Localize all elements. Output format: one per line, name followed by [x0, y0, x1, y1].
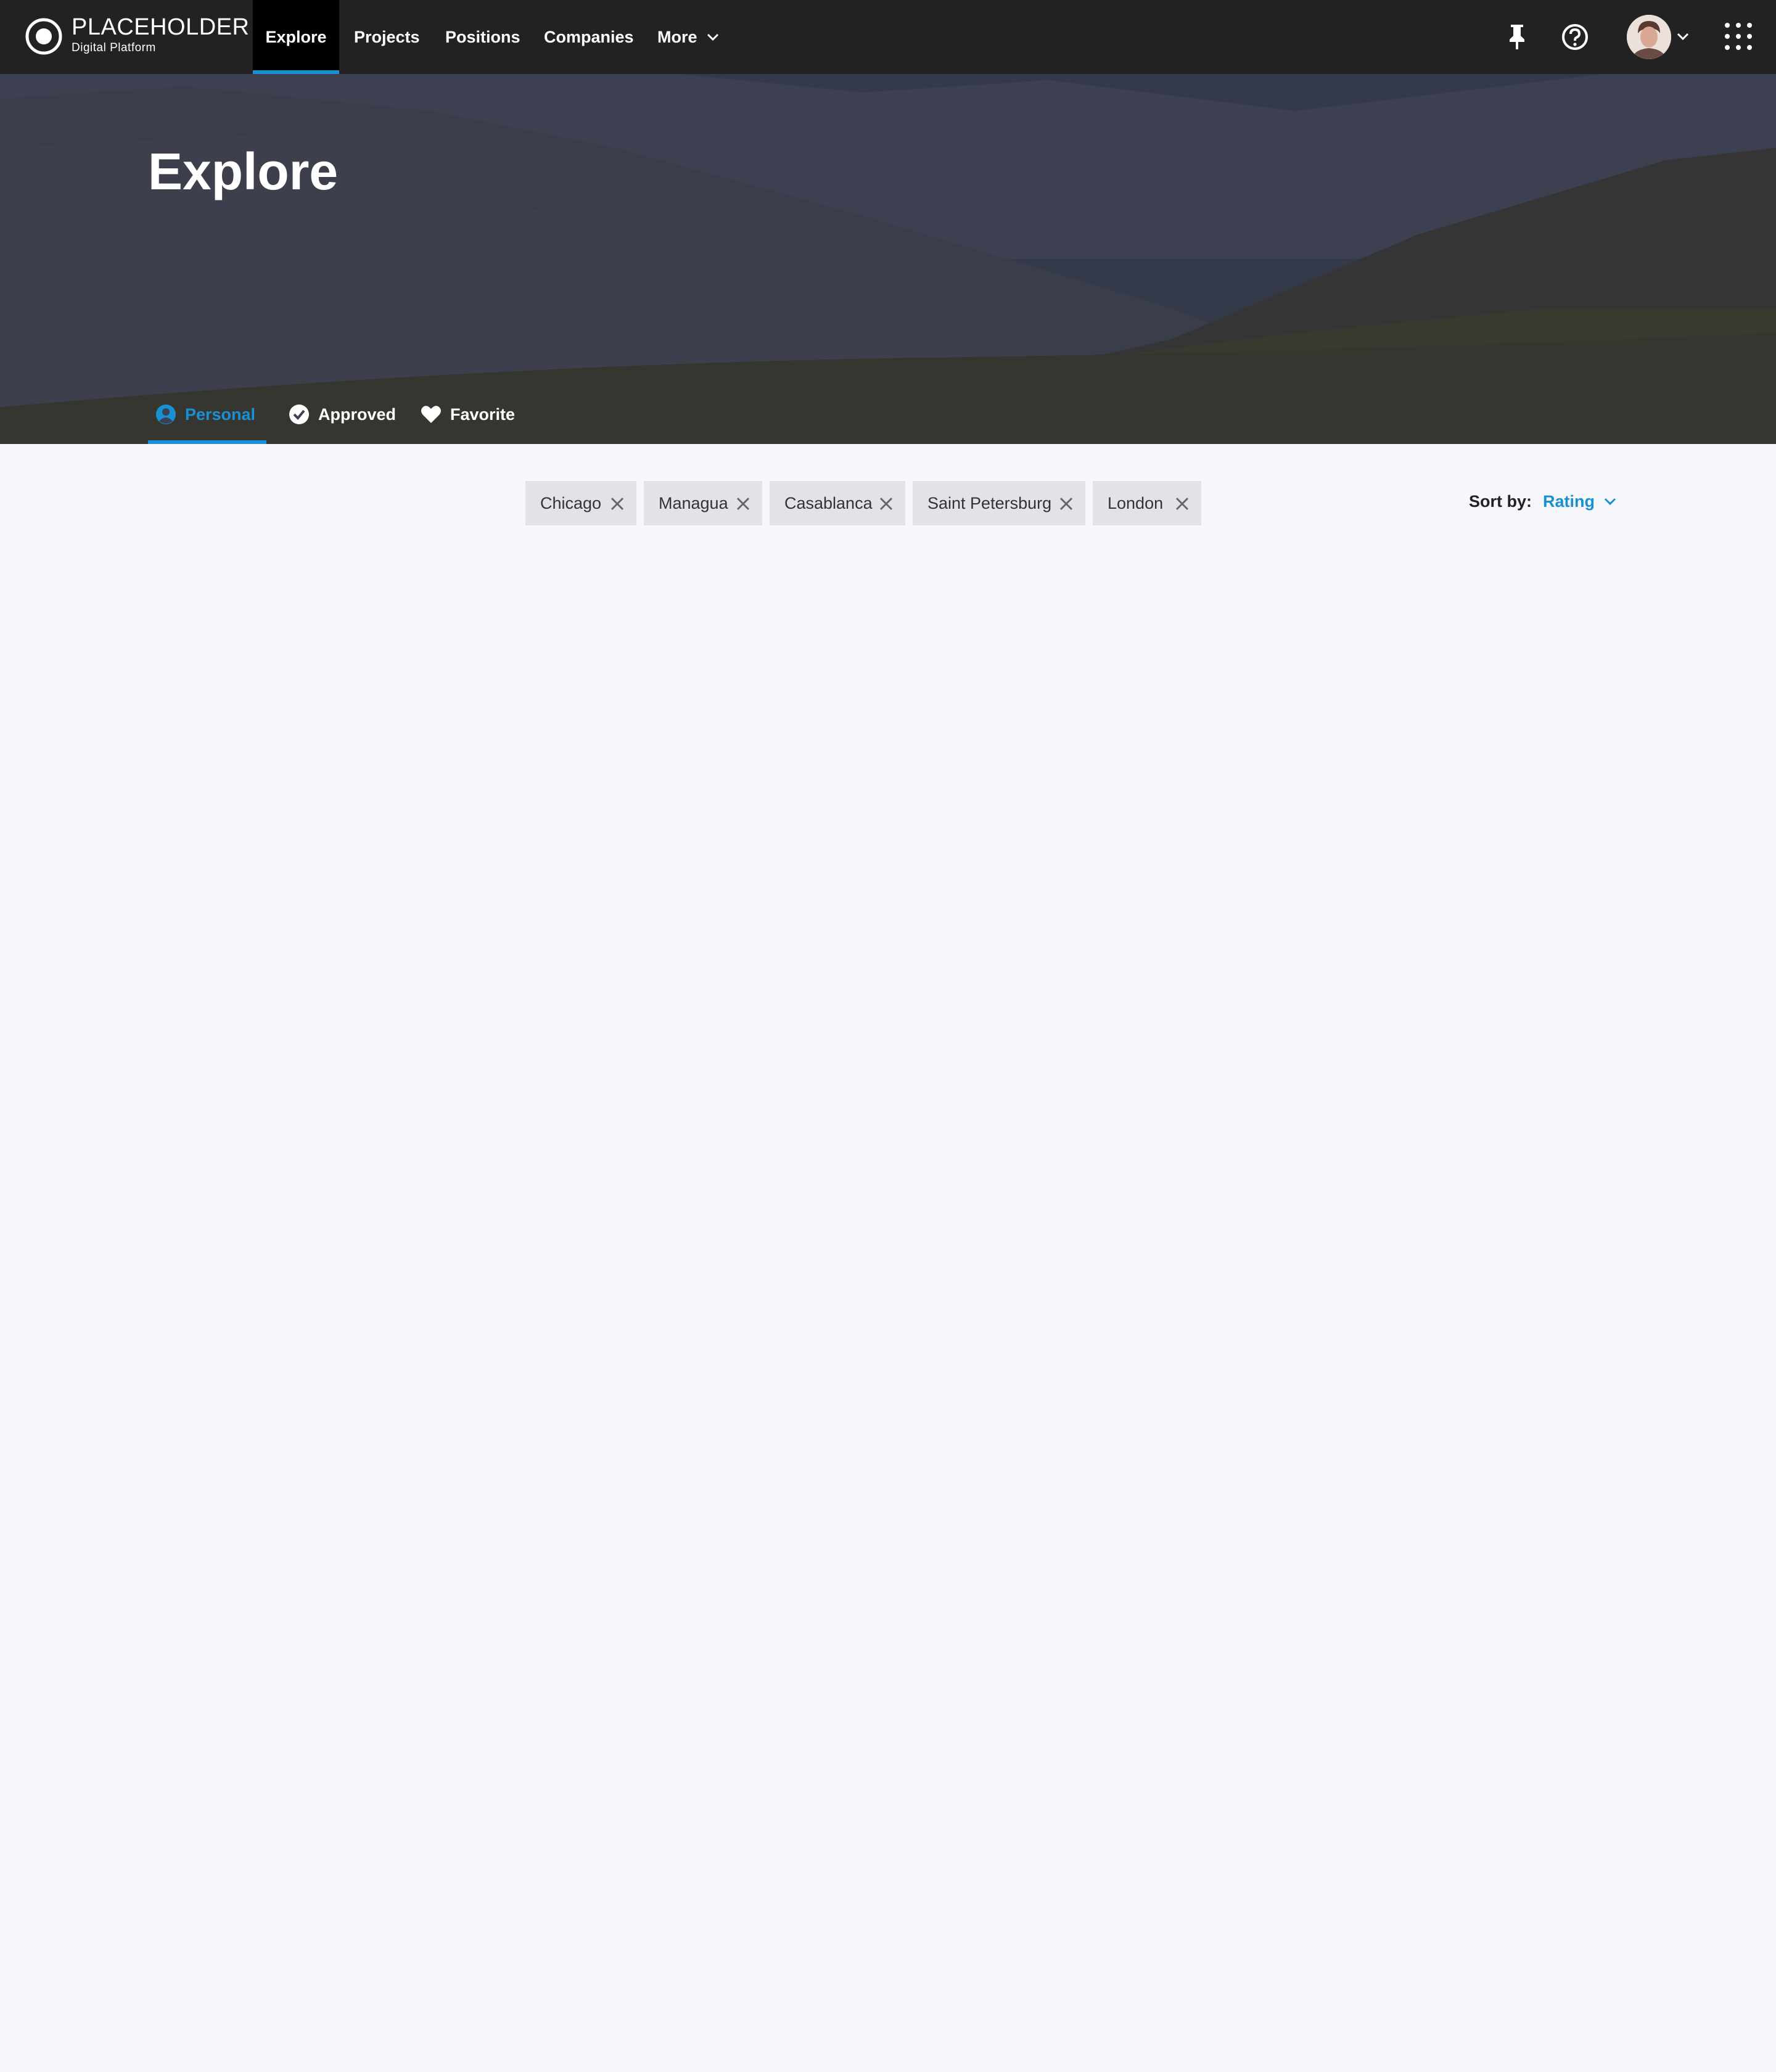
tab-favorite-label: Favorite [450, 405, 516, 424]
tab-personal-label: Personal [185, 405, 256, 424]
filter-chip-chicago: Chicago [525, 481, 636, 525]
nav-more-label: More [657, 28, 697, 46]
filter-chip-managua: Managua [644, 481, 762, 525]
close-icon[interactable] [1175, 497, 1189, 511]
help-icon[interactable] [1561, 23, 1589, 51]
nav-projects[interactable]: Projects [354, 0, 420, 74]
filter-chip-label: Saint Petersburg [927, 494, 1052, 512]
close-icon[interactable] [736, 497, 750, 511]
filter-chip-label: Casablanca [784, 494, 873, 512]
nav-companies[interactable]: Companies [544, 0, 634, 74]
pin-icon[interactable] [1505, 23, 1529, 51]
close-icon[interactable] [610, 497, 624, 511]
filter-chip-label: Managua [659, 494, 728, 512]
close-icon[interactable] [879, 497, 893, 511]
brand-logo-icon[interactable] [25, 17, 63, 56]
filter-chip-casablanca: Casablanca [770, 481, 905, 525]
top-navigation-bar: PLACEHOLDER Digital Platform Explore Pro… [0, 0, 1776, 74]
sort-label: Sort by: [1469, 492, 1532, 511]
filter-chip-label: London [1108, 494, 1164, 512]
nav-explore-label: Explore [265, 28, 327, 46]
user-circle-icon [156, 405, 176, 424]
sort-dropdown[interactable]: Rating [1543, 492, 1595, 511]
chevron-down-icon[interactable] [1676, 32, 1690, 42]
tab-approved-label: Approved [318, 405, 397, 424]
heart-icon [421, 406, 441, 423]
close-icon[interactable] [1059, 497, 1073, 511]
nav-positions[interactable]: Positions [445, 0, 520, 74]
brand-name: PLACEHOLDER [72, 14, 250, 40]
tab-approved[interactable]: Approved [281, 74, 405, 444]
brand[interactable]: PLACEHOLDER Digital Platform [72, 14, 249, 56]
chevron-down-icon[interactable] [1603, 497, 1617, 507]
mountain-background-image [0, 74, 1776, 444]
filter-chip-london: London [1093, 481, 1201, 525]
chevron-down-icon [707, 33, 719, 41]
apps-grid-icon[interactable] [1724, 22, 1753, 51]
nav-positions-label: Positions [445, 28, 520, 46]
tab-personal[interactable]: Personal [148, 74, 266, 444]
nav-more[interactable]: More [657, 0, 719, 74]
filter-chip-saint-petersburg: Saint Petersburg [913, 481, 1085, 525]
tab-favorite[interactable]: Favorite [413, 74, 524, 444]
nav-companies-label: Companies [544, 28, 634, 46]
avatar-image [1627, 15, 1671, 59]
avatar[interactable] [1627, 15, 1671, 59]
nav-explore[interactable]: Explore [253, 0, 339, 74]
check-circle-icon [289, 405, 309, 424]
hero-banner: Explore Personal Approved Favorite [0, 74, 1776, 444]
nav-projects-label: Projects [354, 28, 420, 46]
brand-subtitle: Digital Platform [72, 41, 156, 54]
filter-chip-label: Chicago [540, 494, 602, 512]
